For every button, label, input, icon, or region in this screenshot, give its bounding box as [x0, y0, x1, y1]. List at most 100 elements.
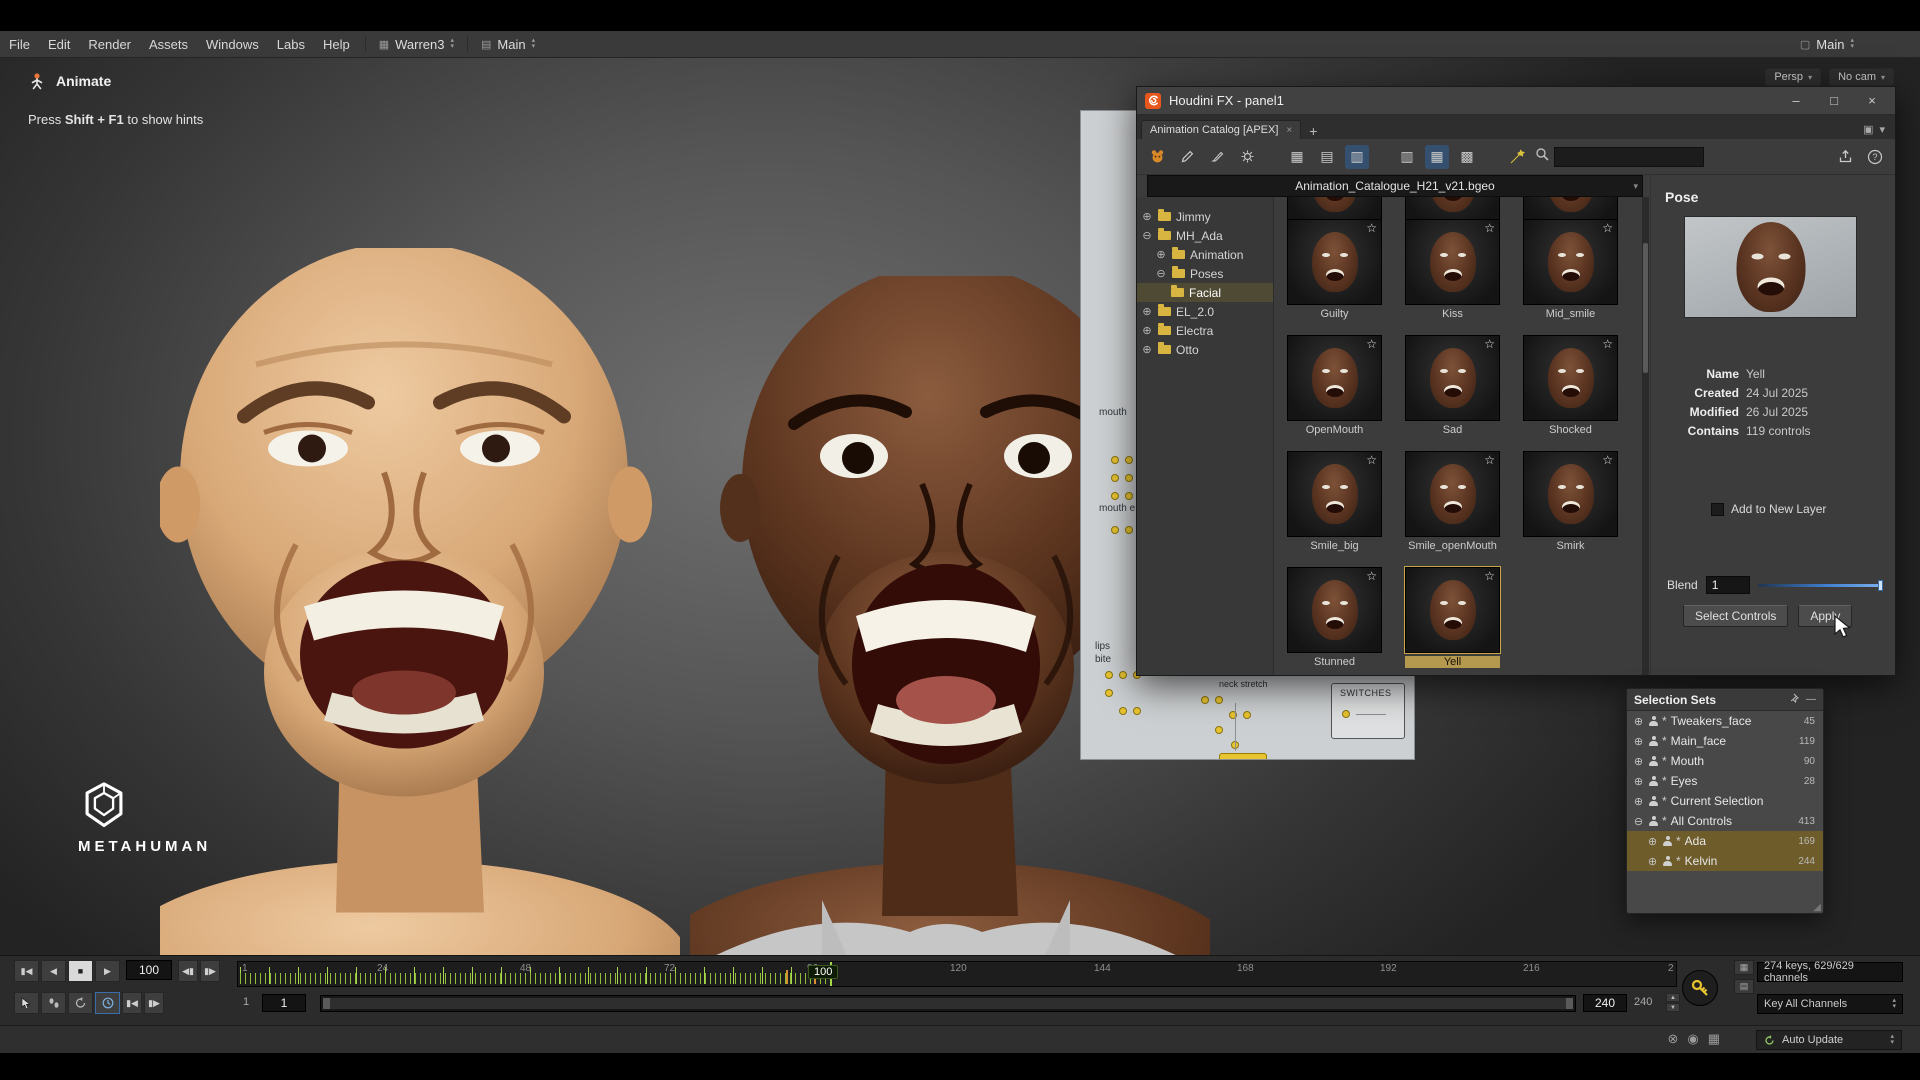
loop-mode-button[interactable] — [68, 992, 93, 1014]
stop-button[interactable]: ■ — [68, 960, 93, 982]
node-dot[interactable] — [1342, 710, 1350, 718]
current-frame-field[interactable]: 100 — [126, 960, 172, 980]
expand-icon[interactable]: ⊕ — [1141, 324, 1153, 337]
collapse-panel-icon[interactable]: — — [1806, 694, 1816, 705]
next-key-button[interactable]: ▮▶ — [144, 992, 164, 1014]
desktop-selector[interactable]: ▦ Warren3 ▴▾ — [372, 35, 461, 54]
view-large-grid-icon[interactable]: ▩ — [1455, 145, 1479, 169]
pose-item-selected[interactable]: ☆ Yell — [1405, 567, 1500, 668]
menu-help[interactable]: Help — [314, 31, 359, 57]
selection-set-row[interactable]: ⊕ * Tweakers_face 45 — [1627, 711, 1823, 731]
selection-set-row[interactable]: ⊖ * All Controls 413 — [1627, 811, 1823, 831]
expand-icon[interactable]: ⊕ — [1646, 855, 1659, 868]
pencil-icon[interactable] — [1175, 145, 1199, 169]
range-handle-right[interactable] — [1566, 998, 1573, 1009]
pose-item[interactable]: ☆ OpenMouth — [1287, 335, 1382, 436]
view-list-icon[interactable]: ▥ — [1395, 145, 1419, 169]
expand-icon[interactable]: ⊕ — [1141, 343, 1153, 356]
tab-close-icon[interactable]: × — [1286, 125, 1292, 136]
favorite-star-icon[interactable]: ☆ — [1484, 221, 1495, 235]
blend-slider-handle[interactable] — [1878, 580, 1883, 591]
node-dot[interactable] — [1105, 689, 1113, 697]
collapse-icon[interactable]: ⊖ — [1632, 815, 1645, 828]
favorite-star-icon[interactable]: ☆ — [1602, 453, 1613, 467]
pose-item[interactable]: ☆ Sad — [1405, 335, 1500, 436]
node-dot[interactable] — [1133, 707, 1141, 715]
blend-slider[interactable] — [1758, 578, 1883, 592]
menu-file[interactable]: File — [0, 31, 39, 57]
selection-set-row[interactable]: ⊕ * Mouth 90 — [1627, 751, 1823, 771]
node-dot[interactable] — [1201, 696, 1209, 704]
node-dot[interactable] — [1111, 474, 1119, 482]
realtime-clock-button[interactable] — [95, 992, 120, 1014]
pose-item[interactable]: ☆ Stunned — [1287, 567, 1382, 668]
add-to-new-layer-checkbox[interactable] — [1711, 503, 1724, 516]
expand-icon[interactable]: ⊕ — [1141, 305, 1153, 318]
search-input[interactable] — [1554, 147, 1704, 167]
node-dot[interactable] — [1119, 707, 1127, 715]
selection-set-row[interactable]: ⊕ * Current Selection — [1627, 791, 1823, 811]
timeline-ruler[interactable]: 1 24 48 72 96 120 144 168 192 216 2 100 — [237, 961, 1677, 987]
view-tree-icon[interactable]: ▤ — [1315, 145, 1339, 169]
pose-item[interactable]: ☆ Smile_openMouth — [1405, 451, 1500, 552]
menu-edit[interactable]: Edit — [39, 31, 79, 57]
expand-icon[interactable]: ⊕ — [1632, 795, 1645, 808]
collapse-icon[interactable]: ⊖ — [1155, 267, 1167, 280]
node-dot[interactable] — [1215, 726, 1223, 734]
pose-item[interactable]: ☆ Smile_big — [1287, 451, 1382, 552]
range-end-field[interactable]: 240 — [1583, 994, 1627, 1012]
character-icon[interactable] — [1145, 145, 1169, 169]
view-grid-icon[interactable]: ▦ — [1425, 145, 1449, 169]
select-controls-button[interactable]: Select Controls — [1683, 605, 1788, 627]
tree-item-animation[interactable]: ⊕ Animation — [1137, 245, 1273, 264]
brush-icon[interactable] — [1205, 145, 1229, 169]
stepper-arrows-icon[interactable]: ▴▾ — [451, 38, 455, 50]
favorite-star-icon[interactable]: ☆ — [1366, 569, 1377, 583]
export-icon[interactable] — [1833, 145, 1857, 169]
menu-labs[interactable]: Labs — [268, 31, 314, 57]
node-dot[interactable] — [1111, 526, 1119, 534]
node-dot[interactable] — [1111, 456, 1119, 464]
desktop-selector-right[interactable]: ▢ Main ▴▾ — [1793, 35, 1861, 54]
selection-set-row[interactable]: ⊕ * Eyes 28 — [1627, 771, 1823, 791]
selection-set-row[interactable]: ⊕ * Main_face 119 — [1627, 731, 1823, 751]
pose-item[interactable]: ☆ Shocked — [1523, 335, 1618, 436]
no-cam-selector[interactable]: No cam ▾ — [1829, 68, 1894, 86]
favorite-star-icon[interactable]: ☆ — [1484, 569, 1495, 583]
selection-set-row-ada[interactable]: ⊕ * Ada 169 — [1627, 831, 1823, 851]
expand-icon[interactable]: ⊕ — [1632, 715, 1645, 728]
memory-icon[interactable]: ▦ — [1708, 1031, 1720, 1047]
close-button[interactable]: × — [1857, 90, 1887, 112]
tree-item-electra[interactable]: ⊕ Electra — [1137, 321, 1273, 340]
interrupt-icon[interactable]: ⊗ — [1667, 1031, 1678, 1047]
menu-assets[interactable]: Assets — [140, 31, 197, 57]
stepper-arrows-icon[interactable]: ▴▾ — [1892, 998, 1896, 1010]
node-dot[interactable] — [1125, 456, 1133, 464]
menu-windows[interactable]: Windows — [197, 31, 268, 57]
pane-split-icon[interactable]: ▣ — [1863, 123, 1873, 136]
resize-grip-icon[interactable]: ◢ — [1813, 902, 1821, 913]
new-tab-button[interactable]: + — [1301, 123, 1325, 139]
tree-item-mh-ada[interactable]: ⊖ MH_Ada — [1137, 226, 1273, 245]
pane-menu-icon[interactable]: ▾ — [1879, 123, 1885, 136]
play-reverse-button[interactable]: ◀ — [41, 960, 66, 982]
range-start-field[interactable]: 1 — [262, 994, 306, 1012]
menu-render[interactable]: Render — [79, 31, 140, 57]
tree-item-facial[interactable]: Facial — [1137, 283, 1273, 302]
pose-item[interactable]: ☆ Kiss — [1405, 219, 1500, 320]
node-dot[interactable] — [1243, 711, 1251, 719]
expand-icon[interactable]: ⊕ — [1632, 775, 1645, 788]
playback-range-slider[interactable] — [320, 995, 1576, 1012]
node-dot[interactable] — [1119, 671, 1127, 679]
cook-indicator-icon[interactable]: ◉ — [1687, 1031, 1698, 1047]
expand-icon[interactable]: ⊕ — [1632, 755, 1645, 768]
expand-icon[interactable]: ⊕ — [1155, 248, 1167, 261]
favorite-star-icon[interactable]: ☆ — [1602, 337, 1613, 351]
favorite-star-icon[interactable]: ☆ — [1366, 453, 1377, 467]
wand-icon[interactable] — [1505, 145, 1529, 169]
node-dot[interactable] — [1125, 474, 1133, 482]
favorite-star-icon[interactable]: ☆ — [1484, 337, 1495, 351]
play-button[interactable]: ▶ — [95, 960, 120, 982]
favorite-star-icon[interactable]: ☆ — [1366, 337, 1377, 351]
panel-titlebar[interactable]: Houdini FX - panel1 – □ × — [1137, 87, 1895, 115]
